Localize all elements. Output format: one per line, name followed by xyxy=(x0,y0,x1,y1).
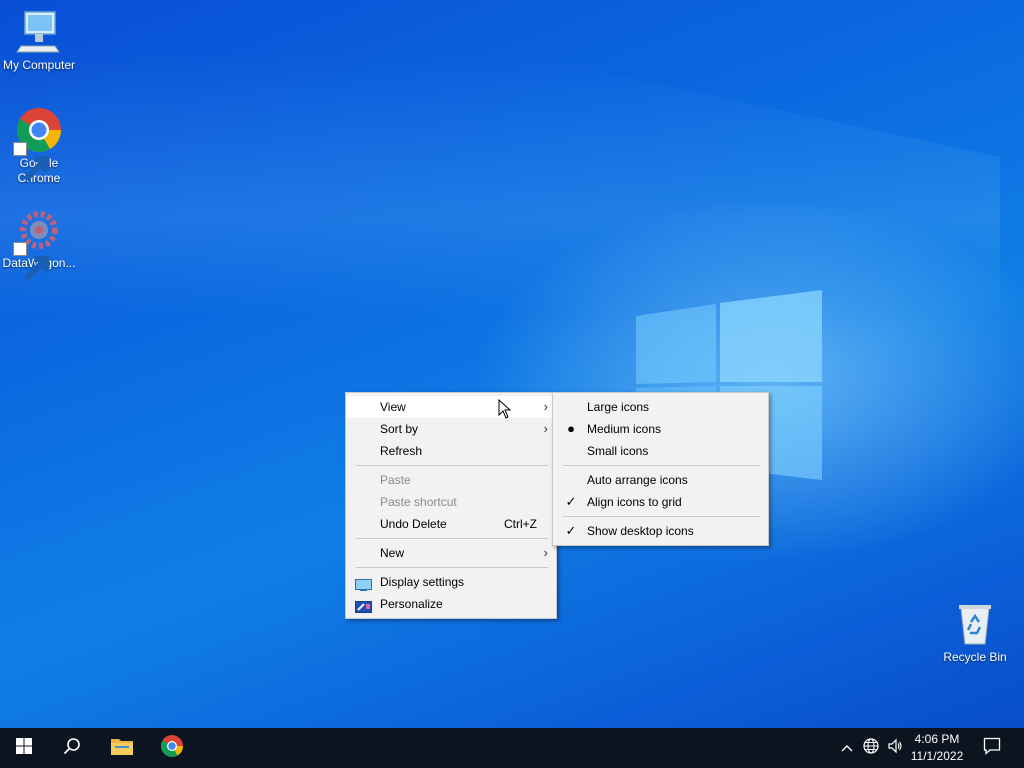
taskbar[interactable]: 4:06 PM 11/1/2022 xyxy=(0,728,1024,768)
menu-item-medium-icons[interactable]: ● Medium icons xyxy=(553,418,768,440)
taskbar-clock[interactable]: 4:06 PM 11/1/2022 xyxy=(902,731,972,765)
desktop[interactable]: My Computer Google Chrome DataWagon... R… xyxy=(0,0,1024,728)
menu-item-label: Show desktop icons xyxy=(587,524,694,538)
keyboard-shortcut: Ctrl+Z xyxy=(504,517,537,531)
file-explorer-icon xyxy=(110,736,134,761)
desktop-context-menu[interactable]: View › Sort by › Refresh Paste Paste sho… xyxy=(345,392,557,619)
start-button[interactable] xyxy=(0,728,48,768)
menu-separator xyxy=(356,567,548,568)
personalize-icon xyxy=(355,598,372,613)
menu-separator xyxy=(356,465,548,466)
menu-item-label: Paste shortcut xyxy=(380,495,457,509)
checkmark-icon: ✓ xyxy=(565,494,577,509)
volume-icon xyxy=(887,738,903,759)
menu-separator xyxy=(356,538,548,539)
clock-time: 4:06 PM xyxy=(914,732,960,746)
chevron-right-icon: › xyxy=(543,399,548,414)
notification-icon xyxy=(983,737,1001,760)
desktop-icon-label: My Computer xyxy=(2,58,76,72)
file-explorer-button[interactable] xyxy=(98,728,146,768)
desktop-icon-google-chrome[interactable]: Google Chrome xyxy=(0,106,78,186)
menu-item-paste[interactable]: Paste xyxy=(346,469,556,491)
shortcut-arrow-icon xyxy=(13,142,49,182)
menu-item-label: Refresh xyxy=(380,444,423,458)
radio-bullet-icon: ● xyxy=(567,421,575,436)
chevron-right-icon: › xyxy=(543,421,548,436)
recycle-bin-icon xyxy=(951,600,999,648)
menu-item-paste-shortcut[interactable]: Paste shortcut xyxy=(346,491,556,513)
menu-item-auto-arrange[interactable]: Auto arrange icons xyxy=(553,469,768,491)
desktop-icon-recycle-bin[interactable]: Recycle Bin xyxy=(936,600,1014,665)
menu-item-label: Align icons to grid xyxy=(587,495,682,509)
chrome-taskbar-button[interactable] xyxy=(148,728,196,768)
menu-item-label: New xyxy=(380,546,405,560)
action-center-button[interactable] xyxy=(976,728,1008,768)
chevron-up-icon xyxy=(841,739,853,757)
display-icon xyxy=(355,576,372,591)
start-icon xyxy=(16,737,32,759)
desktop-icon-my-computer[interactable]: My Computer xyxy=(0,8,78,73)
clock-date: 11/1/2022 xyxy=(910,749,964,763)
menu-item-sort-by[interactable]: Sort by › xyxy=(346,418,556,440)
menu-item-label: Display settings xyxy=(380,575,465,589)
shortcut-arrow-icon xyxy=(13,242,49,282)
menu-separator xyxy=(563,465,760,466)
menu-item-show-desktop-icons[interactable]: ✓ Show desktop icons xyxy=(553,520,768,542)
menu-item-align-to-grid[interactable]: ✓ Align icons to grid xyxy=(553,491,768,513)
computer-icon xyxy=(15,8,63,56)
menu-item-label: Small icons xyxy=(587,444,649,458)
menu-item-label: Paste xyxy=(380,473,411,487)
menu-item-personalize[interactable]: Personalize xyxy=(346,593,556,615)
menu-item-large-icons[interactable]: Large icons xyxy=(553,396,768,418)
desktop-icon-datawagon[interactable]: DataWagon... xyxy=(0,206,78,282)
show-hidden-icons-button[interactable] xyxy=(836,728,858,768)
chrome-icon xyxy=(13,106,63,182)
menu-item-label: View xyxy=(380,400,406,414)
menu-item-label: Large icons xyxy=(587,400,650,414)
chevron-right-icon: › xyxy=(543,545,548,560)
menu-item-small-icons[interactable]: Small icons xyxy=(553,440,768,462)
menu-item-new[interactable]: New › xyxy=(346,542,556,564)
view-submenu[interactable]: Large icons ● Medium icons Small icons A… xyxy=(552,392,769,546)
chrome-icon xyxy=(160,734,184,763)
search-icon xyxy=(63,737,81,760)
menu-item-undo-delete[interactable]: Undo Delete Ctrl+Z xyxy=(346,513,556,535)
menu-item-view[interactable]: View › xyxy=(346,396,556,418)
menu-item-label: Personalize xyxy=(380,597,443,611)
menu-item-display-settings[interactable]: Display settings xyxy=(346,571,556,593)
menu-item-label: Auto arrange icons xyxy=(587,473,688,487)
mouse-cursor-icon xyxy=(498,398,512,419)
menu-item-label: Medium icons xyxy=(587,422,662,436)
network-icon xyxy=(863,737,879,759)
desktop-icon-label: Recycle Bin xyxy=(943,650,1007,664)
menu-item-label: Undo Delete xyxy=(380,517,447,531)
checkmark-icon: ✓ xyxy=(565,523,577,538)
search-button[interactable] xyxy=(48,728,96,768)
menu-item-label: Sort by xyxy=(380,422,419,436)
menu-item-refresh[interactable]: Refresh xyxy=(346,440,556,462)
datawagon-icon xyxy=(13,206,63,282)
network-button[interactable] xyxy=(860,728,882,768)
menu-separator xyxy=(563,516,760,517)
